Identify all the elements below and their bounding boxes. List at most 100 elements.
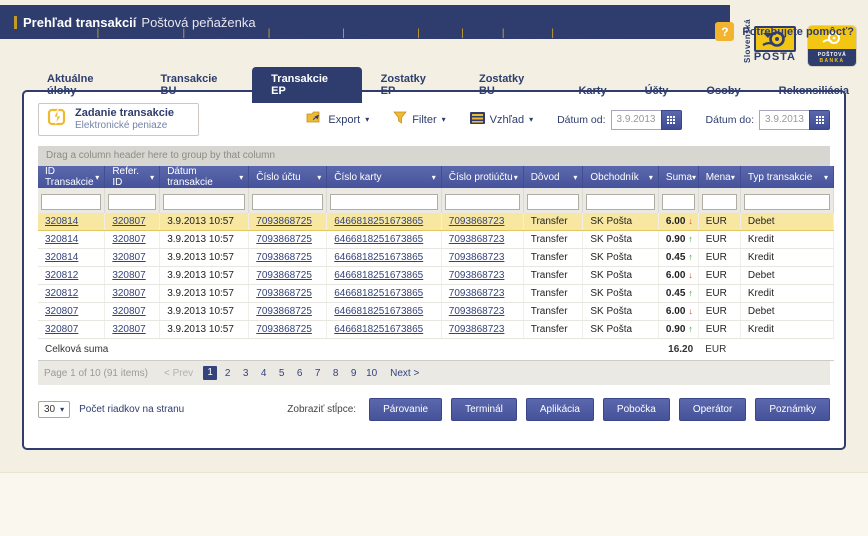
- filter-input[interactable]: [108, 193, 157, 210]
- page-number[interactable]: 7: [310, 368, 325, 379]
- column-toggle-button[interactable]: Terminál: [451, 398, 517, 421]
- footer-link[interactable]: Zostatky EP: [279, 28, 333, 39]
- ref-link[interactable]: 320807: [112, 288, 145, 299]
- footer-link[interactable]: Osoby: [513, 28, 542, 39]
- filter-input[interactable]: [444, 193, 520, 210]
- card-link[interactable]: 6466818251673865: [334, 216, 423, 227]
- page-number[interactable]: 10: [364, 368, 379, 379]
- footer-link[interactable]: Účty: [473, 28, 493, 39]
- card-link[interactable]: 6466818251673865: [334, 324, 423, 335]
- date-to-input[interactable]: [759, 109, 809, 130]
- counter-link[interactable]: 7093868723: [449, 252, 505, 263]
- account-link[interactable]: 7093868725: [256, 216, 312, 227]
- counter-link[interactable]: 7093868723: [449, 324, 505, 335]
- filter-input[interactable]: [586, 193, 655, 210]
- card-link[interactable]: 6466818251673865: [334, 252, 423, 263]
- column-toggle-button[interactable]: Párovanie: [369, 398, 443, 421]
- column-header[interactable]: Mena ▾: [698, 166, 741, 188]
- account-link[interactable]: 7093868725: [256, 270, 312, 281]
- filter-input[interactable]: [743, 193, 830, 210]
- footer-link[interactable]: Rekonsiliácia: [563, 28, 622, 39]
- footer-link[interactable]: Zostatky BU: [354, 28, 408, 39]
- filter-menu[interactable]: Filter ▾: [393, 111, 446, 129]
- table-row[interactable]: 320807 320807 3.9.2013 10:57 7093868725 6466…: [38, 320, 835, 339]
- calendar-button[interactable]: [809, 109, 830, 130]
- counter-link[interactable]: 7093868723: [449, 216, 505, 227]
- account-link[interactable]: 7093868725: [256, 288, 312, 299]
- ref-link[interactable]: 320807: [112, 216, 145, 227]
- card-link[interactable]: 6466818251673865: [334, 288, 423, 299]
- ref-link[interactable]: 320807: [112, 324, 145, 335]
- counter-link[interactable]: 7093868723: [449, 270, 505, 281]
- table-row[interactable]: 320814 320807 3.9.2013 10:57 7093868725 6466…: [38, 212, 835, 231]
- column-toggle-button[interactable]: Aplikácia: [525, 398, 594, 421]
- card-link[interactable]: 6466818251673865: [334, 270, 423, 281]
- tab-item[interactable]: Aktuálne úlohy: [28, 68, 142, 103]
- page-number[interactable]: 9: [346, 368, 361, 379]
- id-link[interactable]: 320814: [45, 216, 78, 227]
- id-link[interactable]: 320812: [45, 270, 78, 281]
- next-page-button[interactable]: Next >: [390, 368, 419, 379]
- tab-item[interactable]: Transakcie EP: [252, 67, 362, 103]
- filter-input[interactable]: [330, 193, 438, 210]
- page-number[interactable]: 8: [328, 368, 343, 379]
- table-row[interactable]: 320814 320807 3.9.2013 10:57 7093868725 6466…: [38, 230, 835, 249]
- counter-link[interactable]: 7093868723: [449, 306, 505, 317]
- tab-item[interactable]: Osoby: [687, 80, 759, 103]
- id-link[interactable]: 320814: [45, 252, 78, 263]
- counter-link[interactable]: 7093868723: [449, 234, 505, 245]
- column-header[interactable]: Číslo protiúčtu ▾: [441, 166, 524, 188]
- tab-item[interactable]: Transakcie BU: [142, 68, 253, 103]
- filter-input[interactable]: [41, 193, 102, 210]
- id-link[interactable]: 320807: [45, 306, 78, 317]
- calendar-button[interactable]: [660, 109, 682, 130]
- column-header[interactable]: Refer. ID ▾: [104, 166, 161, 188]
- page-number[interactable]: 4: [256, 368, 271, 379]
- page-number[interactable]: 5: [274, 368, 289, 379]
- new-transaction-button[interactable]: Zadanie transakcie Elektronické peniaze: [38, 103, 200, 136]
- column-toggle-button[interactable]: Operátor: [678, 398, 747, 421]
- footer-link[interactable]: Transakcie EP: [194, 28, 259, 39]
- account-link[interactable]: 7093868725: [256, 306, 312, 317]
- column-header[interactable]: Číslo účtu ▾: [248, 166, 328, 188]
- footer-link[interactable]: Karty: [429, 28, 452, 39]
- ref-link[interactable]: 320807: [112, 270, 145, 281]
- account-link[interactable]: 7093868725: [256, 324, 312, 335]
- page-number[interactable]: 6: [292, 368, 307, 379]
- ref-link[interactable]: 320807: [112, 252, 145, 263]
- id-link[interactable]: 320812: [45, 288, 78, 299]
- column-header[interactable]: Číslo karty ▾: [326, 166, 442, 188]
- account-link[interactable]: 7093868725: [256, 252, 312, 263]
- filter-input[interactable]: [163, 193, 246, 210]
- id-link[interactable]: 320814: [45, 234, 78, 245]
- table-row[interactable]: 320812 320807 3.9.2013 10:57 7093868725 6466…: [38, 266, 835, 285]
- page-number[interactable]: 2: [220, 368, 235, 379]
- ref-link[interactable]: 320807: [112, 306, 145, 317]
- column-header[interactable]: Dôvod ▾: [523, 166, 584, 188]
- filter-input[interactable]: [526, 193, 580, 210]
- id-link[interactable]: 320807: [45, 324, 78, 335]
- table-row[interactable]: 320812 320807 3.9.2013 10:57 7093868725 6466…: [38, 284, 835, 303]
- date-from-input[interactable]: [610, 109, 661, 130]
- tab-item[interactable]: Karty: [559, 80, 625, 103]
- tab-item[interactable]: Zostatky EP: [362, 68, 460, 103]
- filter-input[interactable]: [661, 193, 695, 210]
- column-header[interactable]: Typ transakcie ▾: [740, 166, 835, 188]
- prev-page-button[interactable]: < Prev: [164, 368, 193, 379]
- column-header[interactable]: Dátum transakcie ▾: [159, 166, 250, 188]
- table-row[interactable]: 320814 320807 3.9.2013 10:57 7093868725 6466…: [38, 248, 835, 267]
- counter-link[interactable]: 7093868723: [449, 288, 505, 299]
- ref-link[interactable]: 320807: [112, 234, 145, 245]
- tab-item[interactable]: Zostatky BU: [460, 68, 559, 103]
- export-menu[interactable]: Export ▾: [306, 111, 369, 129]
- view-menu[interactable]: Vzhľad ▾: [469, 111, 533, 129]
- page-number[interactable]: 1: [203, 366, 218, 380]
- tab-item[interactable]: Účty: [626, 80, 688, 103]
- page-number[interactable]: 3: [238, 368, 253, 379]
- column-toggle-button[interactable]: Poznámky: [755, 398, 830, 421]
- footer-link[interactable]: Aktuálne úlohy: [22, 28, 88, 39]
- card-link[interactable]: 6466818251673865: [334, 234, 423, 245]
- footer-link[interactable]: Transakcie BU: [108, 28, 173, 39]
- filter-input[interactable]: [252, 193, 324, 210]
- table-row[interactable]: 320807 320807 3.9.2013 10:57 7093868725 6466…: [38, 302, 835, 321]
